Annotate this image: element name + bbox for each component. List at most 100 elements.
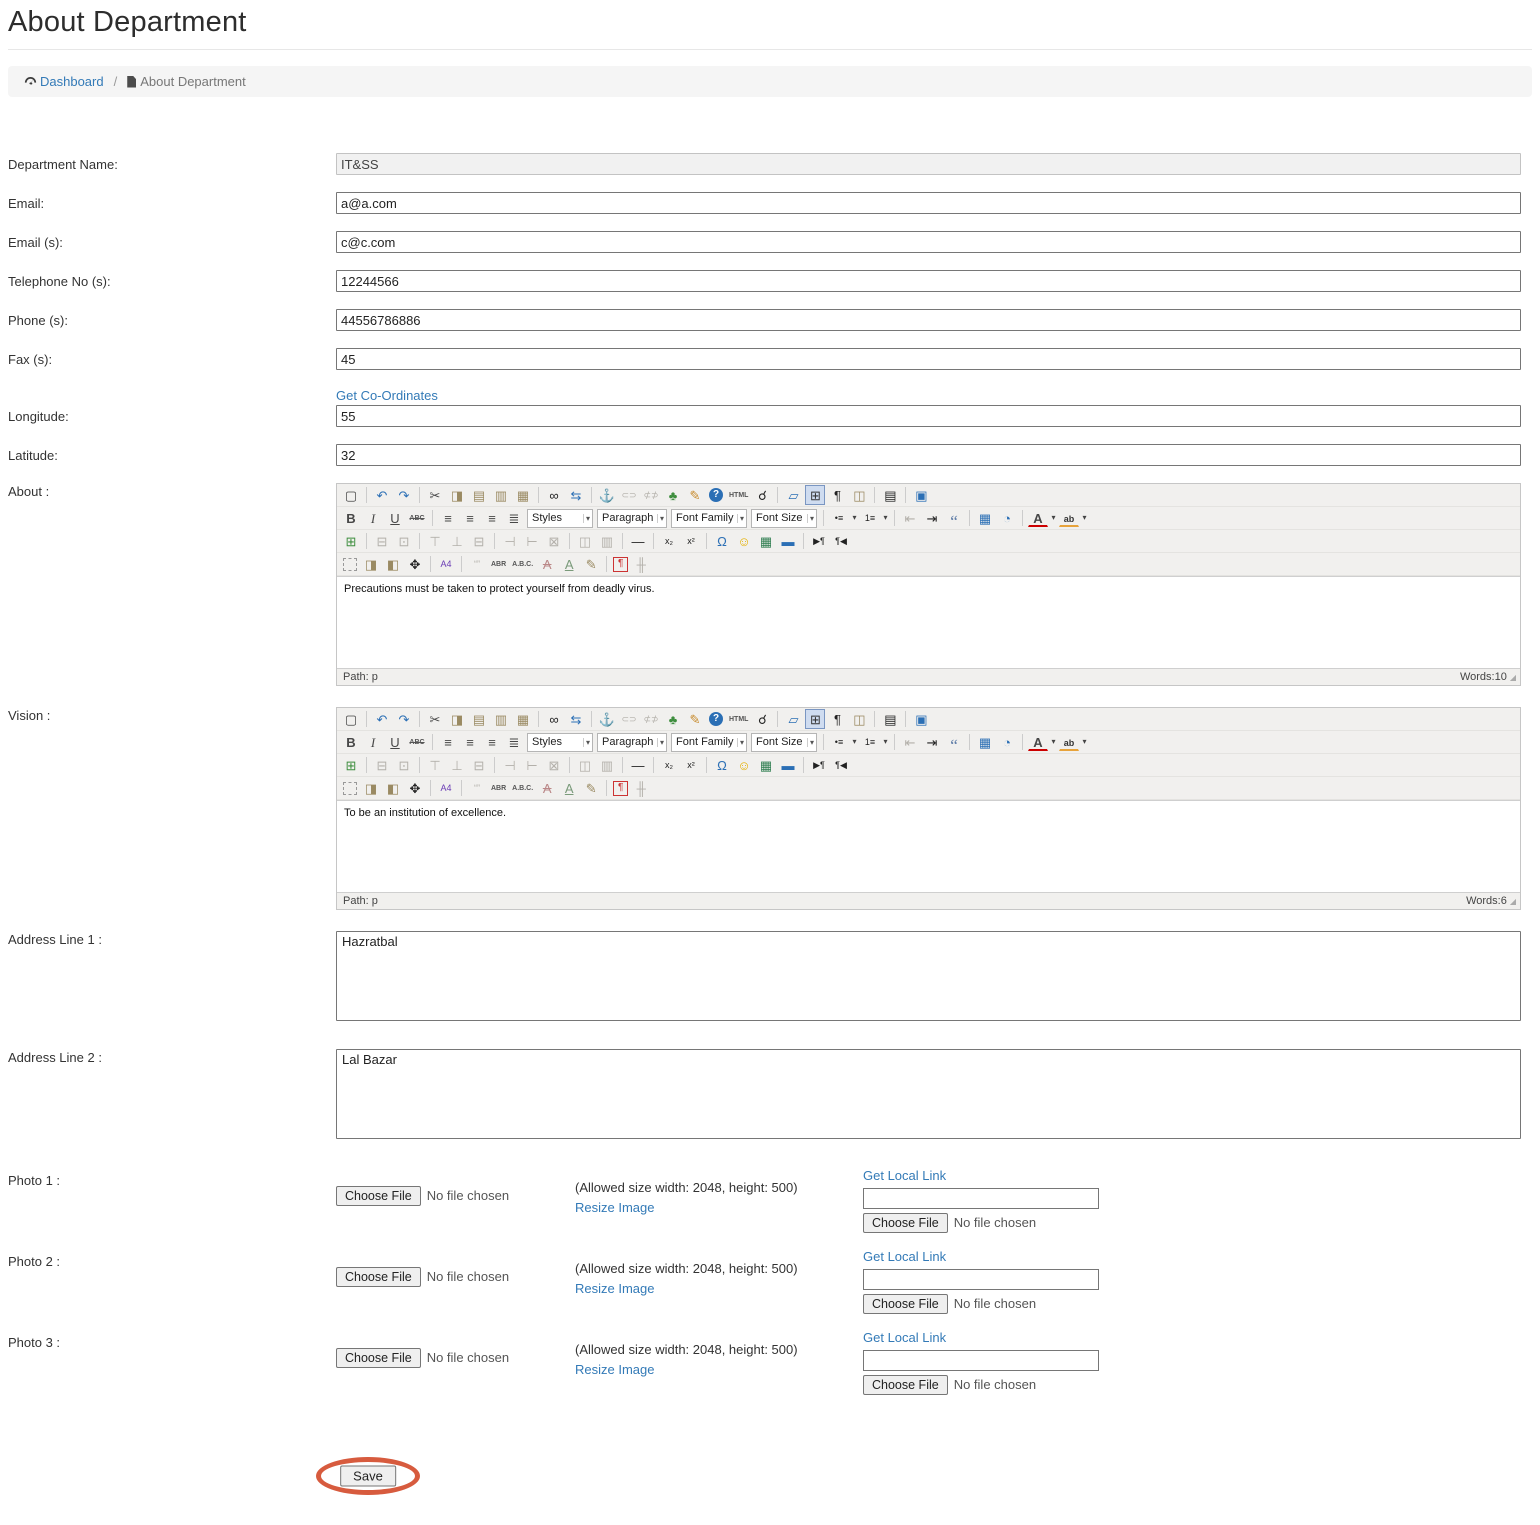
background-color-icon[interactable]: ab bbox=[1059, 736, 1079, 751]
font-size-select[interactable]: Font Size▾ bbox=[751, 509, 817, 528]
find-replace-icon[interactable]: ⇆ bbox=[566, 709, 586, 729]
attributes-icon[interactable]: ✎ bbox=[581, 554, 601, 574]
undo-icon[interactable]: ↶ bbox=[372, 485, 392, 505]
vision-editor-content[interactable]: To be an institution of excellence. bbox=[337, 800, 1520, 892]
paste-from-word-icon[interactable]: ▦ bbox=[513, 485, 533, 505]
telephone-input[interactable] bbox=[336, 270, 1521, 292]
delete-row-icon[interactable]: ⊟ bbox=[469, 531, 489, 551]
text-color-icon[interactable]: A bbox=[1028, 511, 1048, 527]
delete-col-icon[interactable]: ⊠ bbox=[544, 531, 564, 551]
get-local-link[interactable]: Get Local Link bbox=[863, 1168, 946, 1183]
print-icon[interactable]: ▤ bbox=[880, 485, 900, 505]
get-local-link[interactable]: Get Local Link bbox=[863, 1249, 946, 1264]
insert-col-before-icon[interactable]: ⊣ bbox=[500, 531, 520, 551]
horizontal-rule-icon[interactable]: — bbox=[628, 755, 648, 775]
resize-image-link[interactable]: Resize Image bbox=[575, 1198, 654, 1218]
background-color-icon[interactable]: ab bbox=[1059, 512, 1079, 527]
merge-cells-icon[interactable]: ▥ bbox=[597, 755, 617, 775]
special-char-icon[interactable]: Ω bbox=[712, 531, 732, 551]
font-family-select[interactable]: Font Family▾ bbox=[671, 733, 747, 752]
choose-file-button[interactable]: Choose File bbox=[863, 1375, 948, 1395]
insert-date-icon[interactable]: ▦ bbox=[975, 508, 995, 528]
copy-icon[interactable]: ◨ bbox=[447, 485, 467, 505]
html-source-icon[interactable]: HTML bbox=[727, 709, 750, 729]
superscript-icon[interactable]: x² bbox=[681, 531, 701, 551]
redo-icon[interactable]: ↷ bbox=[394, 709, 414, 729]
style-props-icon[interactable]: A4 bbox=[436, 554, 456, 574]
bold-icon[interactable]: B bbox=[341, 508, 361, 528]
underline-icon[interactable]: U bbox=[385, 508, 405, 528]
strikethrough-icon[interactable]: ABC bbox=[407, 508, 427, 528]
phone-input[interactable] bbox=[336, 309, 1521, 331]
align-justify-icon[interactable]: ≣ bbox=[504, 732, 524, 752]
remove-format-icon[interactable]: ▱ bbox=[783, 709, 803, 729]
new-document-icon[interactable]: ▢ bbox=[341, 485, 361, 505]
emoticons-icon[interactable]: ☺ bbox=[734, 755, 754, 775]
new-document-icon[interactable]: ▢ bbox=[341, 709, 361, 729]
get-coordinates-link[interactable]: Get Co-Ordinates bbox=[336, 388, 438, 403]
special-char-icon[interactable]: Ω bbox=[712, 755, 732, 775]
insert-media-icon[interactable]: ▦ bbox=[756, 531, 776, 551]
cleanup-code-icon[interactable]: ✎ bbox=[685, 485, 705, 505]
insert-row-after-icon[interactable]: ⊥ bbox=[447, 755, 467, 775]
move-forward-icon[interactable]: ◨ bbox=[361, 554, 381, 574]
local-link-input[interactable] bbox=[863, 1269, 1099, 1290]
horizontal-rule-icon[interactable]: — bbox=[628, 531, 648, 551]
rtl-icon[interactable]: ¶◀ bbox=[831, 755, 851, 775]
print-preview-icon[interactable]: ◫ bbox=[849, 709, 869, 729]
insert-col-after-icon[interactable]: ⊢ bbox=[522, 531, 542, 551]
find-icon[interactable]: ∞ bbox=[544, 709, 564, 729]
get-local-link[interactable]: Get Local Link bbox=[863, 1330, 946, 1345]
numbered-list-caret-icon[interactable]: ▾ bbox=[881, 508, 890, 528]
help-icon[interactable]: ? bbox=[709, 488, 723, 502]
indent-icon[interactable]: ⇥ bbox=[922, 508, 942, 528]
local-link-input[interactable] bbox=[863, 1188, 1099, 1209]
align-center-icon[interactable]: ≡ bbox=[460, 732, 480, 752]
insert-row-after-icon[interactable]: ⊥ bbox=[447, 531, 467, 551]
email-input[interactable] bbox=[336, 192, 1521, 214]
cut-icon[interactable]: ✂ bbox=[425, 485, 445, 505]
rtl-icon[interactable]: ¶◀ bbox=[831, 531, 851, 551]
insert-image-icon[interactable]: ♣ bbox=[663, 709, 683, 729]
delete-row-icon[interactable]: ⊟ bbox=[469, 755, 489, 775]
acronym-icon[interactable]: A.B.C. bbox=[510, 778, 535, 798]
indent-icon[interactable]: ⇥ bbox=[922, 732, 942, 752]
choose-file-button[interactable]: Choose File bbox=[863, 1294, 948, 1314]
resize-image-link[interactable]: Resize Image bbox=[575, 1360, 654, 1380]
blockquote-icon[interactable]: “ bbox=[944, 732, 964, 752]
paste-icon[interactable]: ▤ bbox=[469, 709, 489, 729]
insert-layer-icon[interactable] bbox=[343, 782, 357, 795]
print-preview-icon[interactable]: ◫ bbox=[849, 485, 869, 505]
subscript-icon[interactable]: x₂ bbox=[659, 755, 679, 775]
underline-icon[interactable]: U bbox=[385, 732, 405, 752]
superscript-icon[interactable]: x² bbox=[681, 755, 701, 775]
emails-input[interactable] bbox=[336, 231, 1521, 253]
subscript-icon[interactable]: x₂ bbox=[659, 531, 679, 551]
font-family-select[interactable]: Font Family▾ bbox=[671, 509, 747, 528]
paragraph-select[interactable]: Paragraph▾ bbox=[597, 509, 667, 528]
outdent-icon[interactable]: ⇤ bbox=[900, 508, 920, 528]
visual-chars-icon[interactable]: ¶ bbox=[613, 557, 628, 572]
background-color-caret-icon[interactable]: ▾ bbox=[1080, 508, 1089, 528]
insert-layer-icon[interactable] bbox=[343, 558, 357, 571]
anchor-icon[interactable]: ⚓ bbox=[597, 485, 617, 505]
text-color-caret-icon[interactable]: ▾ bbox=[1049, 508, 1058, 528]
bullet-list-icon[interactable]: •≡ bbox=[829, 508, 849, 528]
align-left-icon[interactable]: ≡ bbox=[438, 732, 458, 752]
align-left-icon[interactable]: ≡ bbox=[438, 508, 458, 528]
show-blocks-icon[interactable]: ¶ bbox=[827, 485, 847, 505]
insert-time-icon[interactable]: ◔ bbox=[997, 732, 1017, 752]
find-icon[interactable]: ∞ bbox=[544, 485, 564, 505]
unlink-icon[interactable]: ⊄⊅ bbox=[641, 485, 661, 505]
insertion-icon[interactable]: A bbox=[559, 778, 579, 798]
choose-file-button[interactable]: Choose File bbox=[336, 1267, 421, 1287]
align-right-icon[interactable]: ≡ bbox=[482, 508, 502, 528]
paste-icon[interactable]: ▤ bbox=[469, 485, 489, 505]
table-cell-props-icon[interactable]: ⊡ bbox=[394, 755, 414, 775]
find-replace-icon[interactable]: ⇆ bbox=[566, 485, 586, 505]
table-row-props-icon[interactable]: ⊟ bbox=[372, 755, 392, 775]
visual-chars-icon[interactable]: ¶ bbox=[613, 781, 628, 796]
choose-file-button[interactable]: Choose File bbox=[336, 1348, 421, 1368]
absolute-position-icon[interactable]: ✥ bbox=[405, 554, 425, 574]
ltr-icon[interactable]: ▶¶ bbox=[809, 531, 829, 551]
